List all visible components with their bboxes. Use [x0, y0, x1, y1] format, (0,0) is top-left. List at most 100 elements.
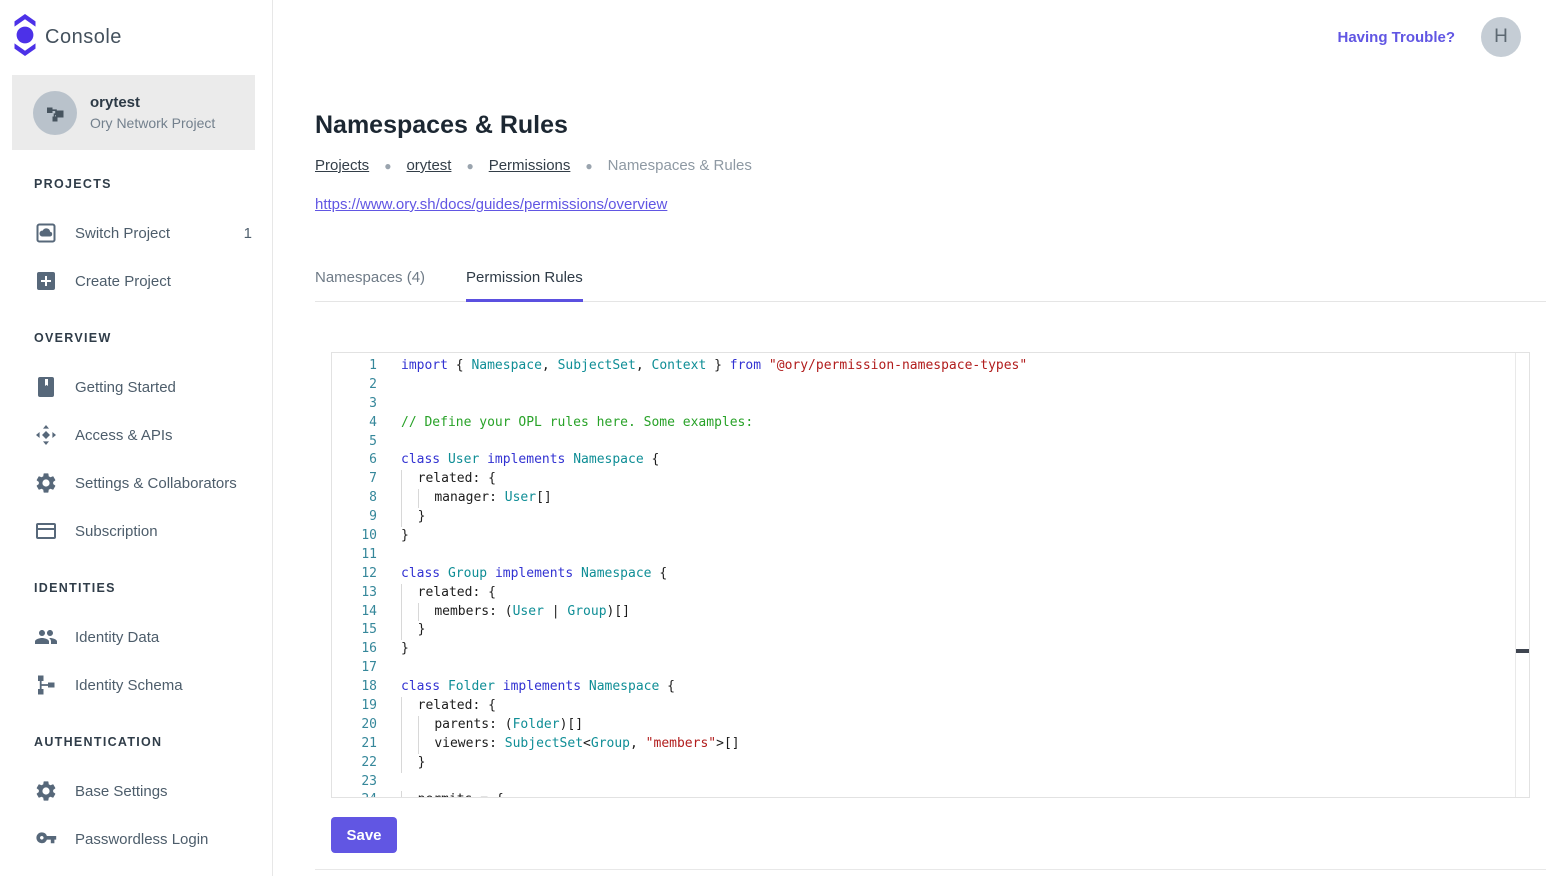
- subscription-icon: [34, 519, 58, 543]
- line-number: 9: [332, 508, 377, 527]
- code-line: 11: [332, 546, 1529, 565]
- tabs: Namespaces (4) Permission Rules: [315, 254, 1546, 302]
- scrollbar-annotation: [1516, 649, 1530, 653]
- sidebar-item-label: Identity Data: [75, 629, 159, 646]
- main-content: Namespaces & Rules Projects ● orytest ● …: [273, 0, 1556, 876]
- line-number: 20: [332, 716, 377, 735]
- base-settings-icon: [34, 779, 58, 803]
- line-number: 21: [332, 735, 377, 754]
- sidebar-item-label: Base Settings: [75, 783, 168, 800]
- line-number: 16: [332, 640, 377, 659]
- sidebar-item-subscription[interactable]: Subscription: [0, 507, 272, 555]
- section-header-projects: PROJECTS: [34, 177, 256, 191]
- code-line: 7 related: {: [332, 470, 1529, 489]
- sidebar-item-access-apis[interactable]: Access & APIs: [0, 411, 272, 459]
- line-number: 4: [332, 414, 377, 433]
- line-number: 7: [332, 470, 377, 489]
- tab-namespaces[interactable]: Namespaces (4): [315, 254, 425, 301]
- breadcrumb-projects[interactable]: Projects: [315, 157, 369, 174]
- sidebar-item-label: Create Project: [75, 273, 171, 290]
- breadcrumb-separator: ●: [466, 159, 473, 173]
- code-line: 10}: [332, 527, 1529, 546]
- indent-guide: [401, 697, 418, 716]
- line-number: 17: [332, 659, 377, 678]
- line-number: 10: [332, 527, 377, 546]
- code-line: 8 manager: User[]: [332, 489, 1529, 508]
- sidebar-item-switch-project[interactable]: Switch Project 1: [0, 209, 272, 257]
- save-button[interactable]: Save: [331, 817, 397, 853]
- docs-link[interactable]: https://www.ory.sh/docs/guides/permissio…: [315, 196, 667, 213]
- sidebar-item-label: Access & APIs: [75, 427, 173, 444]
- sidebar-item-passwordless-login[interactable]: Passwordless Login: [0, 815, 272, 863]
- line-number: 13: [332, 584, 377, 603]
- line-number: 11: [332, 546, 377, 565]
- editor-scrollbar-track[interactable]: [1515, 353, 1529, 797]
- sidebar-item-base-settings[interactable]: Base Settings: [0, 767, 272, 815]
- sidebar-item-label: Subscription: [75, 523, 158, 540]
- code-line: 23: [332, 773, 1529, 792]
- sidebar-item-label: Settings & Collaborators: [75, 475, 237, 492]
- indent-guide: [418, 489, 435, 508]
- project-selector[interactable]: orytest Ory Network Project: [12, 75, 255, 150]
- page-title: Namespaces & Rules: [315, 111, 1546, 139]
- breadcrumb-permissions[interactable]: Permissions: [489, 157, 571, 174]
- indent-guide: [401, 735, 418, 754]
- line-number: 24: [332, 791, 377, 798]
- project-avatar: [33, 91, 77, 135]
- line-number: 1: [332, 357, 377, 376]
- code-editor-lines: 1import { Namespace, SubjectSet, Context…: [332, 353, 1529, 798]
- code-line: 18class Folder implements Namespace {: [332, 678, 1529, 697]
- line-number: 14: [332, 603, 377, 622]
- sidebar-item-settings-collaborators[interactable]: Settings & Collaborators: [0, 459, 272, 507]
- project-type: Ory Network Project: [90, 115, 215, 131]
- indent-guide: [401, 470, 418, 489]
- code-editor[interactable]: 1import { Namespace, SubjectSet, Context…: [331, 352, 1530, 798]
- switch-project-icon: [34, 221, 58, 245]
- breadcrumb-orytest[interactable]: orytest: [406, 157, 451, 174]
- line-number: 8: [332, 489, 377, 508]
- code-line: 24 permits = {: [332, 791, 1529, 798]
- passwordless-login-icon: [34, 827, 58, 851]
- sidebar-item-identity-data[interactable]: Identity Data: [0, 613, 272, 661]
- code-line: 1import { Namespace, SubjectSet, Context…: [332, 357, 1529, 376]
- breadcrumb-separator: ●: [384, 159, 391, 173]
- line-number: 19: [332, 697, 377, 716]
- code-line: 21 viewers: SubjectSet<Group, "members">…: [332, 735, 1529, 754]
- indent-guide: [401, 508, 418, 527]
- line-number: 12: [332, 565, 377, 584]
- line-number: 15: [332, 621, 377, 640]
- sidebar: Console orytest Ory Network Project PROJ…: [0, 0, 273, 876]
- code-line: 12class Group implements Namespace {: [332, 565, 1529, 584]
- project-tree-icon: [43, 101, 67, 125]
- ory-logo-icon: [12, 14, 38, 61]
- indent-guide: [401, 621, 418, 640]
- tab-permission-rules[interactable]: Permission Rules: [466, 254, 583, 301]
- line-number: 23: [332, 773, 377, 792]
- switch-project-count: 1: [244, 225, 252, 242]
- sidebar-item-label: Getting Started: [75, 379, 176, 396]
- sidebar-item-create-project[interactable]: Create Project: [0, 257, 272, 305]
- permission-rules-panel: 1import { Namespace, SubjectSet, Context…: [315, 352, 1546, 870]
- section-header-identities: IDENTITIES: [34, 581, 256, 595]
- section-header-overview: OVERVIEW: [34, 331, 256, 345]
- code-line: 17: [332, 659, 1529, 678]
- sidebar-item-identity-schema[interactable]: Identity Schema: [0, 661, 272, 709]
- code-line: 20 parents: (Folder)[]: [332, 716, 1529, 735]
- code-line: 13 related: {: [332, 584, 1529, 603]
- indent-guide: [418, 735, 435, 754]
- project-name: orytest: [90, 94, 215, 111]
- code-line: 3: [332, 395, 1529, 414]
- indent-guide: [401, 603, 418, 622]
- getting-started-icon: [34, 375, 58, 399]
- code-line: 9 }: [332, 508, 1529, 527]
- app-logo[interactable]: Console: [0, 0, 272, 62]
- code-line: 19 related: {: [332, 697, 1529, 716]
- sidebar-item-getting-started[interactable]: Getting Started: [0, 363, 272, 411]
- indent-guide: [401, 489, 418, 508]
- indent-guide: [418, 716, 435, 735]
- access-apis-icon: [34, 423, 58, 447]
- indent-guide: [401, 584, 418, 603]
- identity-schema-icon: [34, 673, 58, 697]
- line-number: 5: [332, 433, 377, 452]
- breadcrumb-separator: ●: [585, 159, 592, 173]
